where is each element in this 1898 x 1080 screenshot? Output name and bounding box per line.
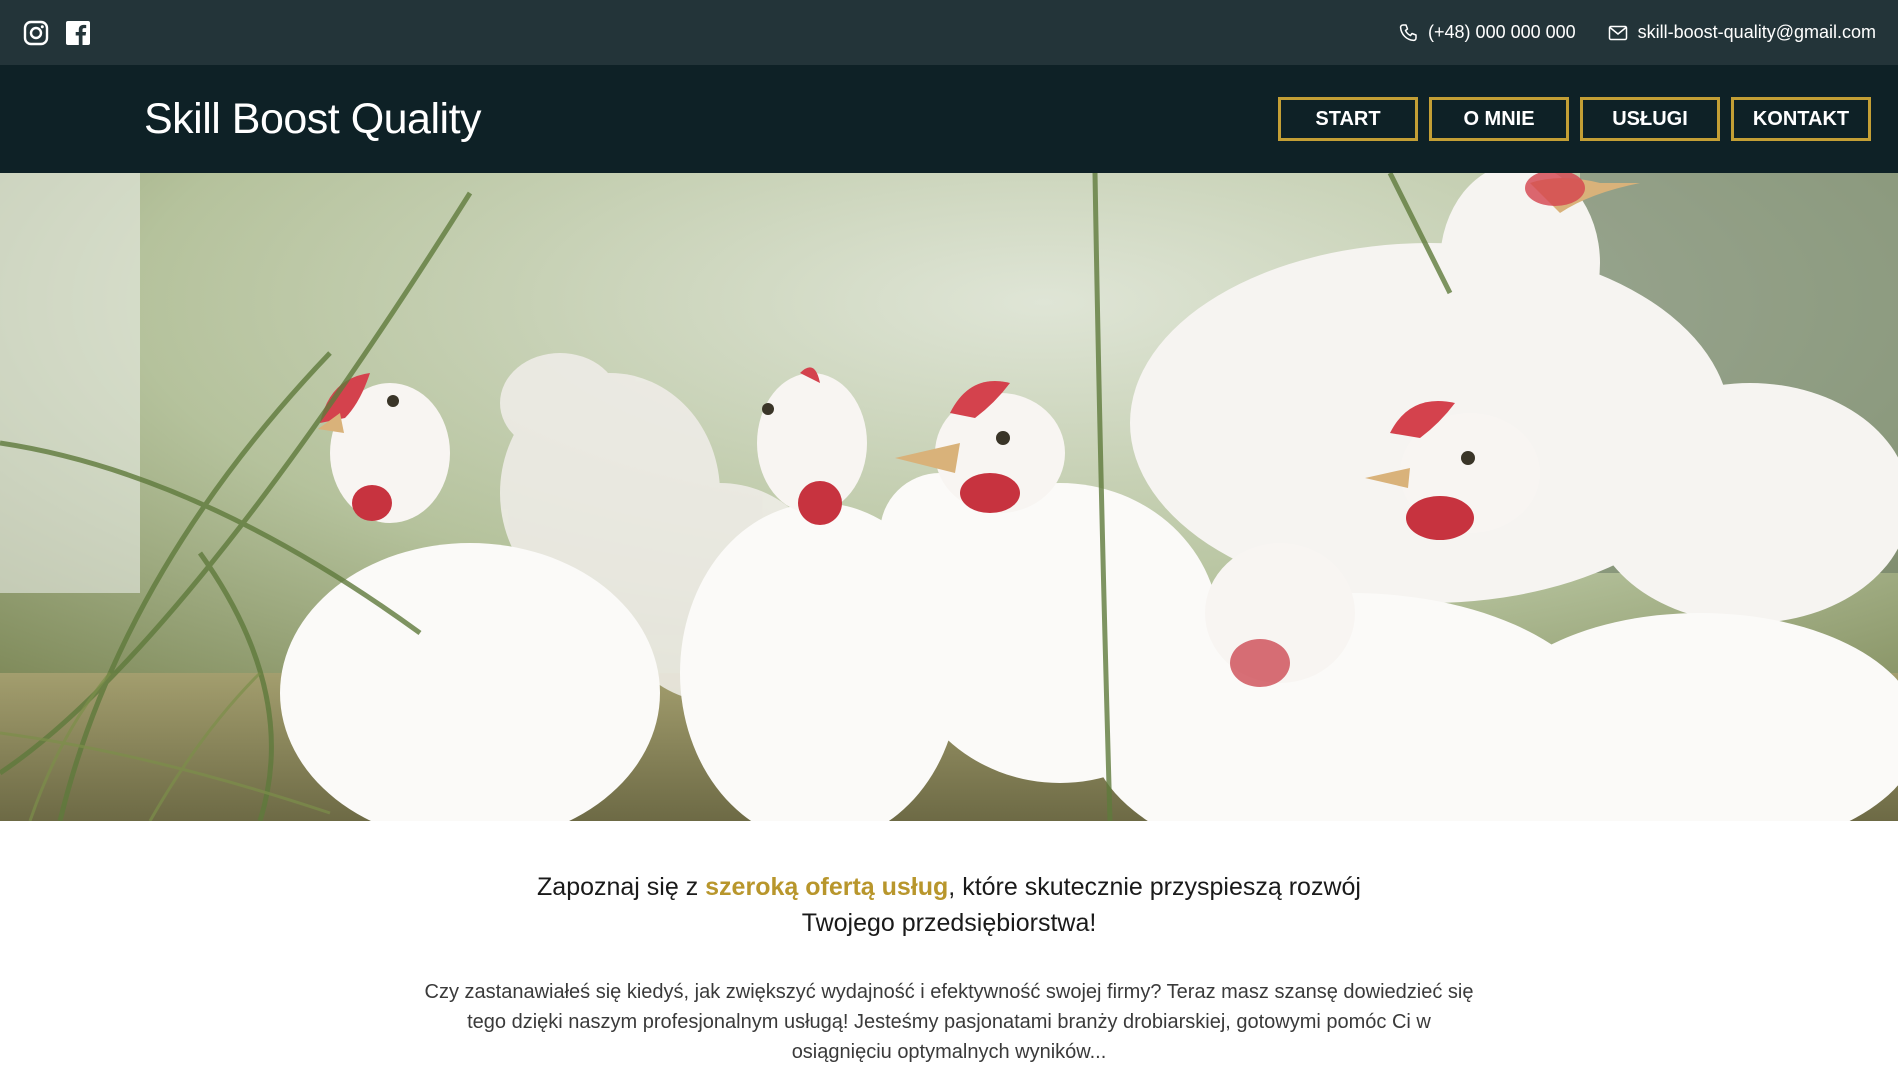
hero-image [0,173,1898,821]
intro-section: Zapoznaj się z szeroką ofertą usług, któ… [0,821,1898,1067]
email-address: skill-boost-quality@gmail.com [1637,22,1876,42]
phone-link[interactable]: (+48) 000 000 000 [1398,22,1576,43]
nav-services-button[interactable]: USŁUGI [1580,97,1720,141]
mail-icon [1608,25,1627,40]
instagram-icon [23,20,49,45]
intro-headline: Zapoznaj się z szeroką ofertą usług, któ… [509,869,1389,941]
facebook-link[interactable] [64,19,92,47]
social-links [22,19,92,47]
site-logo[interactable]: Skill Boost Quality [144,95,482,144]
top-contact-bar: (+48) 000 000 000 skill-boost-quality@gm… [0,0,1898,65]
nav-start-button[interactable]: START [1278,97,1418,141]
services-offer-link[interactable]: szeroką ofertą usług [705,873,948,901]
main-header: Skill Boost Quality START O MNIE USŁUGI … [0,65,1898,173]
instagram-link[interactable] [22,19,50,47]
nav-about-button[interactable]: O MNIE [1429,97,1569,141]
facebook-icon [66,20,90,45]
headline-text-start: Zapoznaj się z [537,873,706,901]
phone-icon [1399,23,1417,41]
contact-info: (+48) 000 000 000 skill-boost-quality@gm… [1398,22,1876,43]
nav-contact-button[interactable]: KONTAKT [1731,97,1871,141]
chickens-photo [0,173,1898,821]
phone-number: (+48) 000 000 000 [1428,22,1576,42]
email-link[interactable]: skill-boost-quality@gmail.com [1608,22,1876,43]
main-nav: START O MNIE USŁUGI KONTAKT [1278,97,1871,141]
intro-paragraph: Czy zastanawiałeś się kiedyś, jak zwięks… [424,981,1474,1063]
